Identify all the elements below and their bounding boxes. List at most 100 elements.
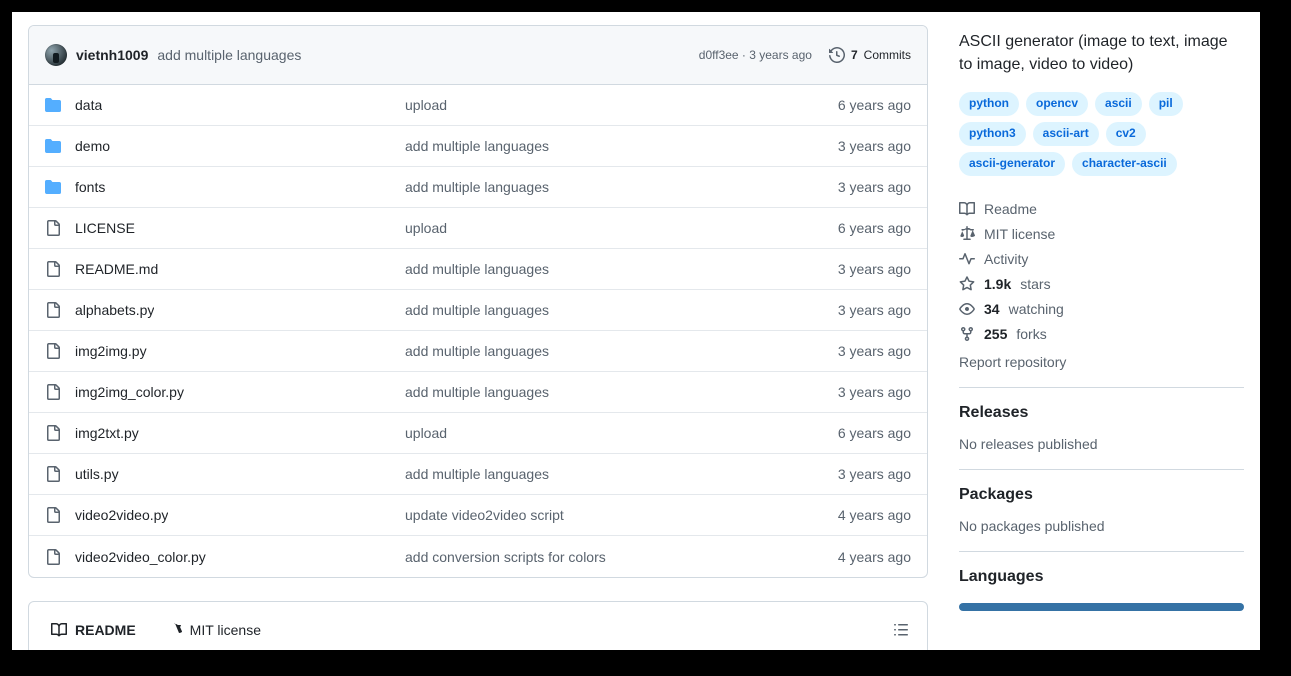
tab-mit-license[interactable]: MIT license [158,602,269,650]
topic-tag[interactable]: ascii-generator [959,152,1066,177]
license-link[interactable]: MIT license [959,226,1244,242]
file-link[interactable]: utils.py [75,466,119,482]
file-icon [47,384,60,400]
table-row[interactable]: LICENSE upload 6 years ago [29,208,927,249]
table-row[interactable]: alphabets.py add multiple languages 3 ye… [29,290,927,331]
commit-message[interactable]: add multiple languages [157,47,301,63]
activity-link[interactable]: Activity [959,251,1244,267]
tab-readme[interactable]: README [43,602,144,650]
file-link[interactable]: LICENSE [75,220,135,236]
watchers-label: watching [1008,301,1064,318]
watchers-link[interactable]: 34 watching [959,301,1244,317]
file-browser: vietnh1009 add multiple languages d0ff3e… [28,25,928,578]
file-name-cell: img2img.py [45,343,405,359]
commits-label: Commits [863,48,911,62]
table-row[interactable]: img2img.py add multiple languages 3 year… [29,331,927,372]
file-commit-age: 6 years ago [837,220,911,236]
readme-tabbar: README MIT license [29,602,927,650]
table-row[interactable]: fonts add multiple languages 3 years ago [29,167,927,208]
topic-tag[interactable]: ascii [1095,92,1142,117]
language-segment-python[interactable] [959,603,1244,612]
languages-title: Languages [959,568,1044,586]
file-commit-message[interactable]: upload [405,425,838,441]
file-commit-age: 4 years ago [837,507,911,523]
table-row[interactable]: data upload 6 years ago [29,85,927,126]
file-link[interactable]: img2img_color.py [75,384,184,400]
table-row[interactable]: video2video.py update video2video script… [29,495,927,536]
file-commit-message[interactable]: add multiple languages [405,466,838,482]
table-row[interactable]: video2video_color.py add conversion scri… [29,536,927,577]
commit-sha-and-age[interactable]: d0ff3ee · 3 years ago [699,48,812,62]
languages-bar [959,603,1244,612]
file-link[interactable]: img2txt.py [75,425,139,441]
file-name-cell: alphabets.py [45,302,405,318]
tab-mit-license-label: MIT license [189,621,261,638]
topic-tag[interactable]: python3 [959,122,1026,147]
file-commit-age: 3 years ago [837,384,911,400]
commit-meta: d0ff3ee · 3 years ago 7 Commits [699,47,911,63]
file-name-cell: README.md [45,261,405,277]
topic-tag[interactable]: character-ascii [1072,152,1177,177]
file-commit-message[interactable]: add multiple languages [405,179,838,195]
report-repository-link[interactable]: Report repository [959,354,1244,370]
file-icon [47,466,60,482]
file-commit-message[interactable]: add multiple languages [405,302,838,318]
outline-list-icon[interactable] [889,618,913,642]
repo-sidebar: ASCII generator (image to text, image to… [928,12,1260,612]
commits-count: 7 [850,48,858,62]
file-commit-message[interactable]: add multiple languages [405,384,838,400]
file-commit-message[interactable]: upload [405,97,838,113]
latest-commit-bar: vietnh1009 add multiple languages d0ff3e… [29,26,927,85]
table-row[interactable]: README.md add multiple languages 3 years… [29,249,927,290]
topic-tag[interactable]: cv2 [1105,122,1146,147]
readme-link-label: Readme [984,201,1037,218]
tab-readme-label: README [75,621,136,638]
readme-link[interactable]: Readme [959,201,1244,217]
commit-author-link[interactable]: vietnh1009 [76,47,148,63]
file-name-cell: demo [45,138,405,154]
topic-tag[interactable]: pil [1148,92,1183,117]
file-link[interactable]: video2video_color.py [75,549,206,565]
file-commit-message[interactable]: update video2video script [405,507,838,523]
file-link[interactable]: fonts [75,179,105,195]
avatar[interactable] [45,44,67,66]
eye-icon [959,303,975,316]
file-link[interactable]: alphabets.py [75,302,154,318]
star-icon [959,276,975,291]
file-commit-age: 6 years ago [837,425,911,441]
file-icon [47,261,60,277]
stars-link[interactable]: 1.9k stars [959,276,1244,292]
file-commit-message[interactable]: add multiple languages [405,138,838,154]
scale-icon [960,226,975,241]
file-commit-age: 3 years ago [837,138,911,154]
releases-empty-text: No releases published [959,436,1098,453]
readme-panel: README MIT license [28,601,928,650]
forks-label: forks [1016,326,1047,343]
file-link[interactable]: README.md [75,261,158,277]
repo-meta-list: Readme MIT license Activity 1.9k stars 3… [959,201,1244,342]
book-icon [959,202,975,216]
file-name-cell: utils.py [45,466,405,482]
table-row[interactable]: img2txt.py upload 6 years ago [29,413,927,454]
forks-link[interactable]: 255 forks [959,326,1244,342]
topic-tag[interactable]: opencv [1026,92,1089,117]
file-link[interactable]: img2img.py [75,343,147,359]
file-link[interactable]: video2video.py [75,507,168,523]
table-row[interactable]: demo add multiple languages 3 years ago [29,126,927,167]
file-commit-message[interactable]: add conversion scripts for colors [405,549,838,565]
table-row[interactable]: img2img_color.py add multiple languages … [29,372,927,413]
file-commit-message[interactable]: add multiple languages [405,261,838,277]
book-icon [51,622,67,636]
table-row[interactable]: utils.py add multiple languages 3 years … [29,454,927,495]
topic-tag[interactable]: python [959,92,1019,117]
scale-icon [174,622,182,633]
file-link[interactable]: data [75,97,102,113]
file-icon [47,220,60,236]
file-name-cell: img2txt.py [45,425,405,441]
file-commit-message[interactable]: upload [405,220,838,236]
topic-tag[interactable]: ascii-art [1032,122,1099,147]
file-commit-message[interactable]: add multiple languages [405,343,838,359]
commits-history-link[interactable]: 7 Commits [828,47,911,63]
file-link[interactable]: demo [75,138,110,154]
folder-icon [45,98,61,112]
